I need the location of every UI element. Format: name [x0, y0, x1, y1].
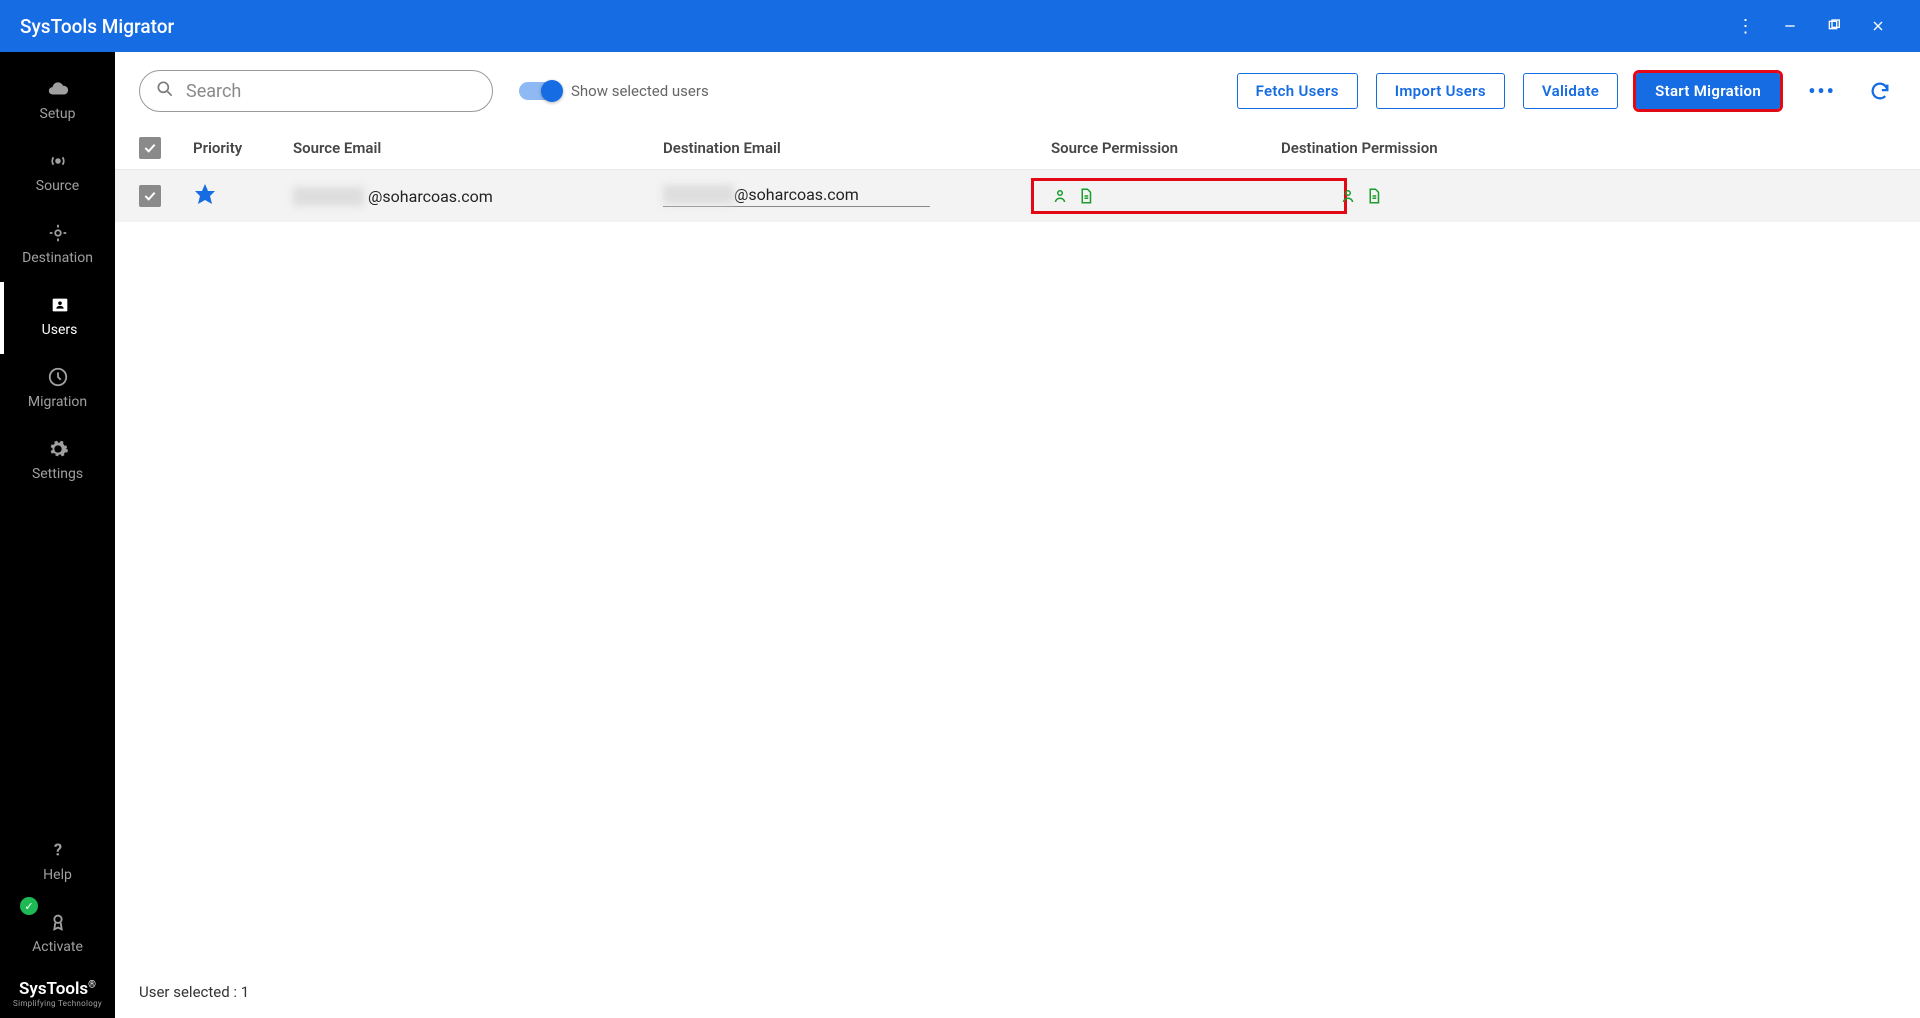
app-title: SysTools Migrator [20, 15, 1724, 38]
user-card-icon [49, 294, 71, 316]
row-checkbox[interactable] [139, 185, 161, 207]
redacted-text: username [663, 185, 734, 204]
sidebar-item-label: Users [42, 322, 78, 338]
col-header-priority: Priority [193, 139, 293, 157]
badge-icon [47, 911, 69, 933]
sidebar-item-label: Settings [32, 466, 83, 482]
brand-name: SysTools [19, 979, 88, 999]
sidebar: Setup Source Destination Users Migration… [0, 52, 115, 1018]
help-icon: ? [47, 839, 69, 861]
close-button[interactable] [1856, 10, 1900, 42]
file-permission-icon [1077, 187, 1095, 205]
toolbar: Show selected users Fetch Users Import U… [115, 52, 1920, 126]
sidebar-item-setup[interactable]: Setup [0, 66, 115, 138]
redacted-text: username [293, 187, 364, 206]
col-header-source-email: Source Email [293, 139, 663, 157]
brand-tagline: Simplifying Technology [0, 999, 115, 1008]
target-icon [47, 222, 69, 244]
destination-permission-icons [1339, 187, 1383, 205]
sidebar-item-source[interactable]: Source [0, 138, 115, 210]
col-header-destination-permission: Destination Permission [1281, 139, 1896, 157]
sidebar-item-label: Help [43, 867, 72, 883]
table-row[interactable]: username@soharcoas.com username@soharcoa… [115, 170, 1920, 222]
status-footer: User selected : 1 [115, 966, 1920, 1018]
destination-email-domain: @soharcoas.com [734, 185, 859, 204]
sidebar-item-label: Setup [40, 106, 76, 122]
maximize-button[interactable] [1812, 10, 1856, 42]
sidebar-item-label: Destination [22, 250, 93, 266]
source-email-cell: username@soharcoas.com [293, 187, 663, 206]
start-migration-button[interactable]: Start Migration [1636, 73, 1780, 109]
sidebar-item-migration[interactable]: Migration [0, 354, 115, 426]
user-permission-icon [1051, 187, 1069, 205]
user-permission-icon [1339, 187, 1357, 205]
user-selected-count: User selected : 1 [139, 983, 249, 1001]
search-icon [155, 79, 175, 103]
minimize-button[interactable] [1768, 10, 1812, 42]
destination-email-cell[interactable]: username@soharcoas.com [663, 185, 1051, 207]
more-options-button[interactable]: ••• [1806, 75, 1838, 107]
sidebar-item-label: Migration [28, 394, 87, 410]
col-header-destination-email: Destination Email [663, 139, 1051, 157]
fetch-users-button[interactable]: Fetch Users [1237, 73, 1358, 109]
priority-star-icon[interactable] [193, 191, 217, 210]
source-email-domain: @soharcoas.com [368, 187, 493, 206]
sidebar-item-label: Source [36, 178, 79, 194]
sidebar-item-users[interactable]: Users [0, 282, 115, 354]
toggle-label: Show selected users [571, 82, 709, 100]
titlebar-menu-icon[interactable]: ⋮ [1724, 10, 1768, 42]
show-selected-users-toggle[interactable] [519, 82, 561, 100]
sidebar-item-destination[interactable]: Destination [0, 210, 115, 282]
brand-footer: SysTools® Simplifying Technology [0, 971, 115, 1018]
cloud-icon [47, 78, 69, 100]
active-status-icon [20, 897, 38, 915]
svg-text:?: ? [53, 842, 61, 861]
refresh-button[interactable] [1864, 75, 1896, 107]
select-all-checkbox[interactable] [139, 137, 161, 159]
import-users-button[interactable]: Import Users [1376, 73, 1505, 109]
source-permission-icons [1051, 187, 1095, 205]
history-icon [47, 366, 69, 388]
validate-button[interactable]: Validate [1523, 73, 1618, 109]
broadcast-icon [47, 150, 69, 172]
titlebar: SysTools Migrator ⋮ [0, 0, 1920, 52]
search-input[interactable] [139, 70, 493, 112]
sidebar-item-help[interactable]: ? Help [0, 827, 115, 899]
sidebar-item-activate[interactable]: Activate [0, 899, 115, 971]
sidebar-item-settings[interactable]: Settings [0, 426, 115, 498]
file-permission-icon [1365, 187, 1383, 205]
col-header-source-permission: Source Permission [1051, 139, 1281, 157]
sidebar-item-label: Activate [32, 939, 83, 955]
gear-icon [47, 438, 69, 460]
table-header: Priority Source Email Destination Email … [115, 126, 1920, 170]
